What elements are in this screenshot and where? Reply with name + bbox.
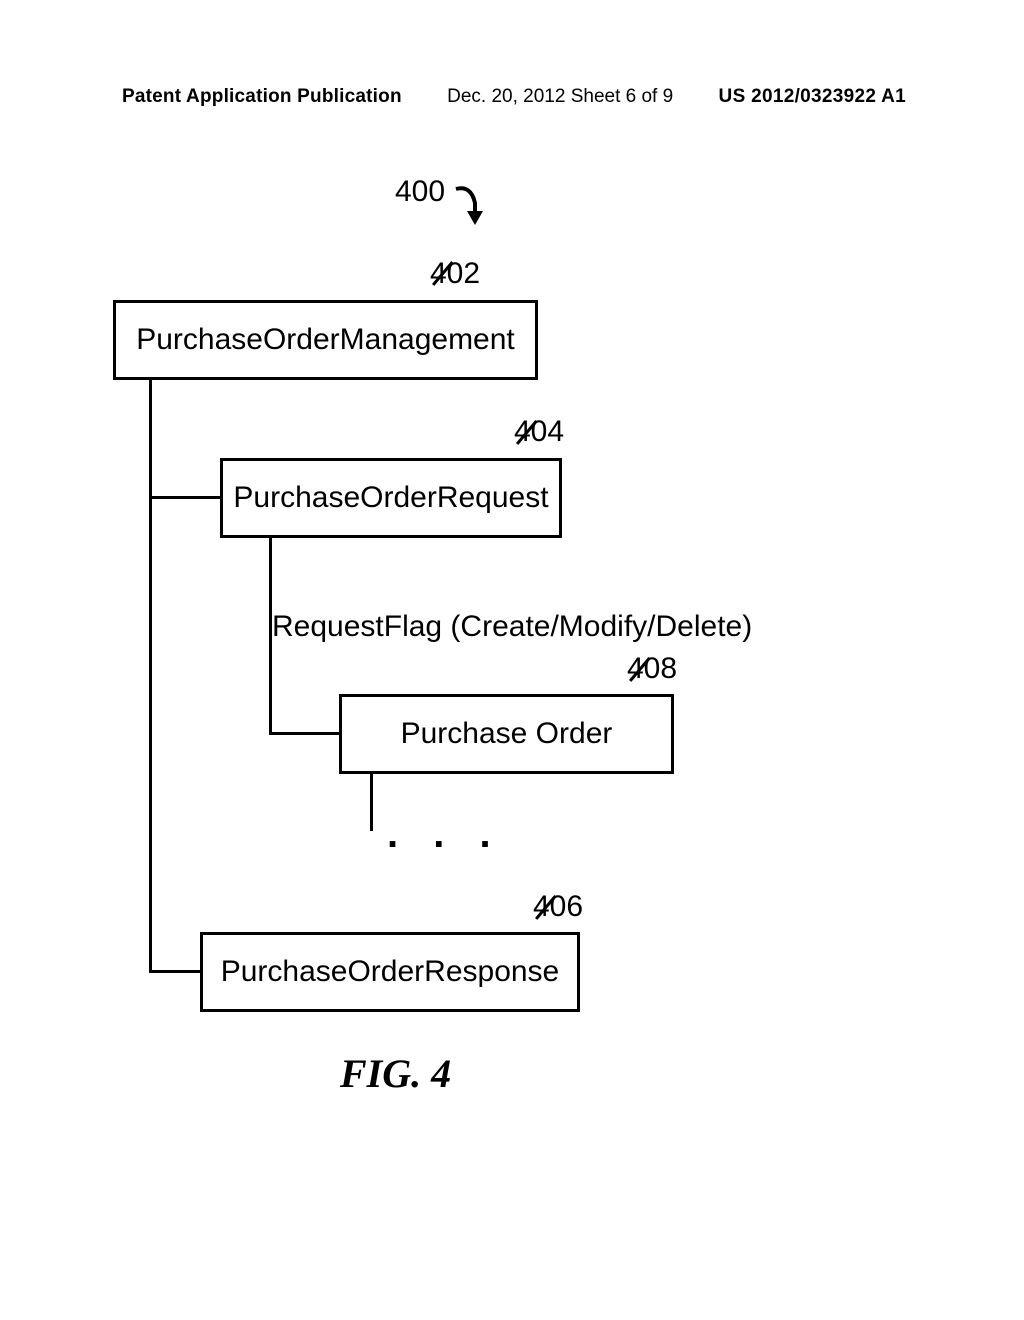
label-400: 400 [395,175,445,209]
text-request-flag: RequestFlag (Create/Modify/Delete) [272,610,752,644]
tree-horizontal-406 [149,970,201,973]
tree-horizontal-404 [149,496,221,499]
box-purchase-order-response: PurchaseOrderResponse [200,932,580,1012]
header-right: US 2012/0323922 A1 [719,86,906,108]
figure-caption: FIG. 4 [340,1050,451,1097]
page-header: Patent Application Publication Dec. 20, … [0,86,1024,108]
tree-horizontal-408 [269,732,341,735]
tree-vertical-dots [370,774,373,831]
box-404-text: PurchaseOrderRequest [233,481,548,515]
box-406-text: PurchaseOrderResponse [221,955,560,989]
box-402-text: PurchaseOrderManagement [136,323,515,357]
box-purchase-order-management: PurchaseOrderManagement [113,300,538,380]
ellipsis-dots: . . . [387,812,503,857]
tree-vertical-main [149,380,152,972]
box-408-text: Purchase Order [401,717,613,751]
arrow-400-icon [453,183,493,233]
box-purchase-order: Purchase Order [339,694,674,774]
header-left: Patent Application Publication [122,86,402,108]
box-purchase-order-request: PurchaseOrderRequest [220,458,562,538]
header-center: Dec. 20, 2012 Sheet 6 of 9 [447,86,673,108]
